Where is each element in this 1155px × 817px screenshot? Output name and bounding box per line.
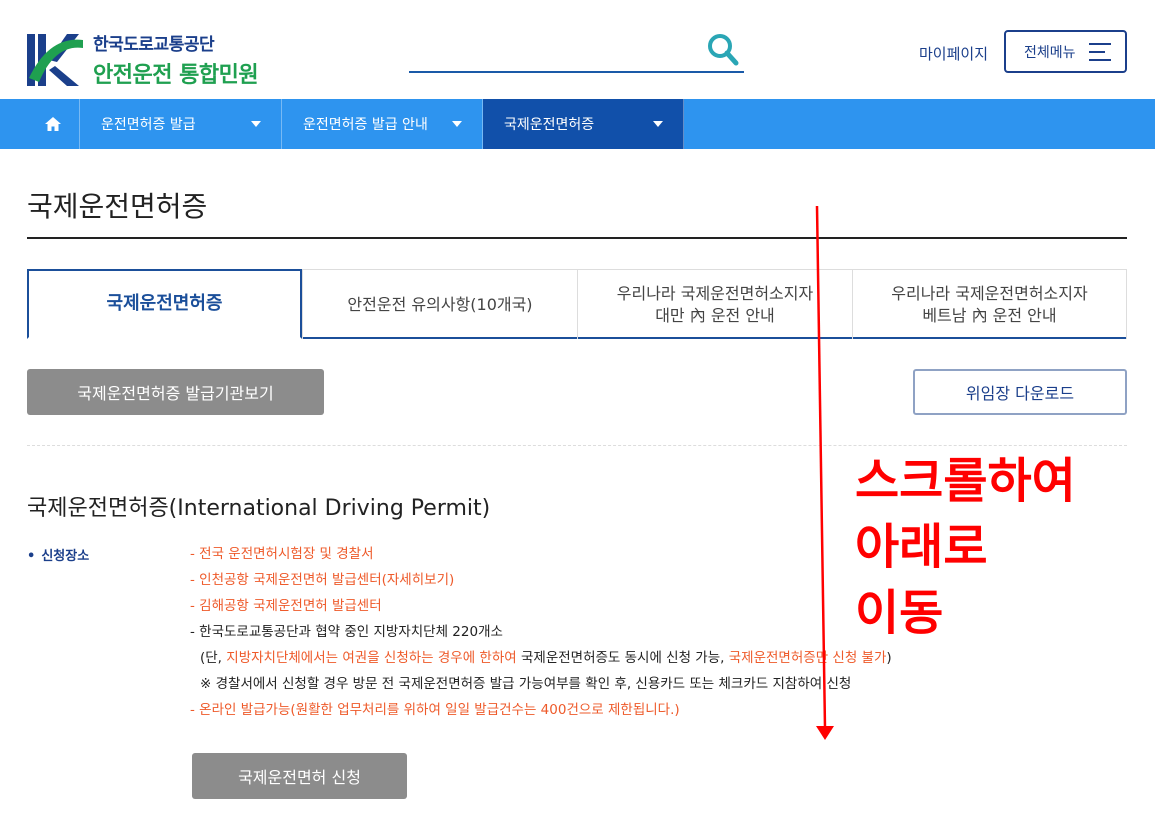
list-item-incheon[interactable]: - 인천공항 국제운전면허 발급센터(자세히보기) <box>190 571 892 597</box>
view-issuers-button[interactable]: 국제운전면허증 발급기관보기 <box>27 369 324 415</box>
site-logo[interactable]: 한국도로교통공단 안전운전 통합민원 <box>27 30 259 89</box>
nav-home-button[interactable] <box>27 99 80 149</box>
mypage-link[interactable]: 마이페이지 <box>919 43 988 64</box>
tab-label-line2: 대만 內 운전 안내 <box>655 305 775 325</box>
list-item-note: ※ 경찰서에서 신청할 경우 방문 전 국제운전면허증 발급 가능여부를 확인 … <box>200 676 852 692</box>
tab-label-line1: 우리나라 국제운전면허소지자 <box>616 283 814 303</box>
main-nav: 운전면허증 발급 운전면허증 발급 안내 국제운전면허증 <box>0 99 1155 149</box>
logo-org-name: 한국도로교통공단 <box>93 35 215 55</box>
list-item: - 전국 운전면허시험장 및 경찰서 <box>190 546 374 562</box>
all-menu-button[interactable]: 전체메뉴 <box>1004 30 1127 73</box>
tab-label: 국제운전면허증 <box>106 293 223 314</box>
apply-permit-button[interactable]: 국제운전면허 신청 <box>192 753 407 799</box>
list-item: - 한국도로교통공단과 협약 중인 지방자치단체 220개소 <box>190 624 503 640</box>
chevron-down-icon <box>251 121 261 127</box>
bullet-icon: • <box>27 549 36 564</box>
hamburger-icon <box>1089 43 1111 61</box>
nav-item-label: 운전면허증 발급 <box>101 117 196 133</box>
logo-mark-icon <box>27 32 85 88</box>
apply-location-label: • 신청장소 <box>27 549 90 564</box>
download-proxy-form-button[interactable]: 위임장 다운로드 <box>913 369 1127 415</box>
search-input[interactable] <box>409 30 744 73</box>
chevron-down-icon <box>452 121 462 127</box>
list-item: - 온라인 발급가능(원활한 업무처리를 위하여 일일 발급건수는 400건으로… <box>190 702 680 718</box>
scroll-down-arrow-icon <box>815 205 834 740</box>
home-icon <box>45 117 61 131</box>
tab-international-permit[interactable]: 국제운전면허증 <box>27 269 302 339</box>
chevron-down-icon <box>653 121 663 127</box>
nav-item-label: 운전면허증 발급 안내 <box>303 117 428 133</box>
apply-location-list: - 전국 운전면허시험장 및 경찰서 - 인천공항 국제운전면허 발급센터(자세… <box>190 545 892 727</box>
tab-safety-notes[interactable]: 안전운전 유의사항(10개국) <box>302 269 578 339</box>
scroll-annotation: 스크롤하여 아래로 이동 <box>855 453 1076 641</box>
content-tabs: 안전운전 유의사항(10개국) 우리나라 국제운전면허소지자 대만 內 운전 안… <box>27 269 1127 339</box>
all-menu-label: 전체메뉴 <box>1024 44 1076 61</box>
tab-label-line1: 우리나라 국제운전면허소지자 <box>891 283 1088 303</box>
nav-item-label: 국제운전면허증 <box>504 117 595 133</box>
page-title: 국제운전면허증 <box>27 190 208 223</box>
list-item: - 김해공항 국제운전면허 발급센터 <box>190 598 382 614</box>
site-header: 한국도로교통공단 안전운전 통합민원 마이페이지 전체메뉴 <box>0 0 1155 99</box>
logo-service-name: 안전운전 통합민원 <box>93 63 259 88</box>
list-item-note: (단, 지방자치단체에서는 여권을 신청하는 경우에 한하여 국제운전면허증도 … <box>200 650 892 666</box>
tab-label-line2: 베트남 內 운전 안내 <box>922 305 1057 325</box>
section-divider <box>27 445 1127 446</box>
tab-vietnam-guide[interactable]: 우리나라 국제운전면허소지자 베트남 內 운전 안내 <box>852 269 1127 339</box>
nav-item-international[interactable]: 국제운전면허증 <box>483 99 684 149</box>
search-icon[interactable] <box>706 32 740 68</box>
title-divider <box>27 237 1127 239</box>
tab-label: 안전운전 유의사항(10개국) <box>347 294 533 314</box>
nav-item-license-issue[interactable]: 운전면허증 발급 <box>80 99 282 149</box>
section-title: 국제운전면허증(International Driving Permit) <box>27 496 491 521</box>
nav-item-license-guide[interactable]: 운전면허증 발급 안내 <box>282 99 483 149</box>
